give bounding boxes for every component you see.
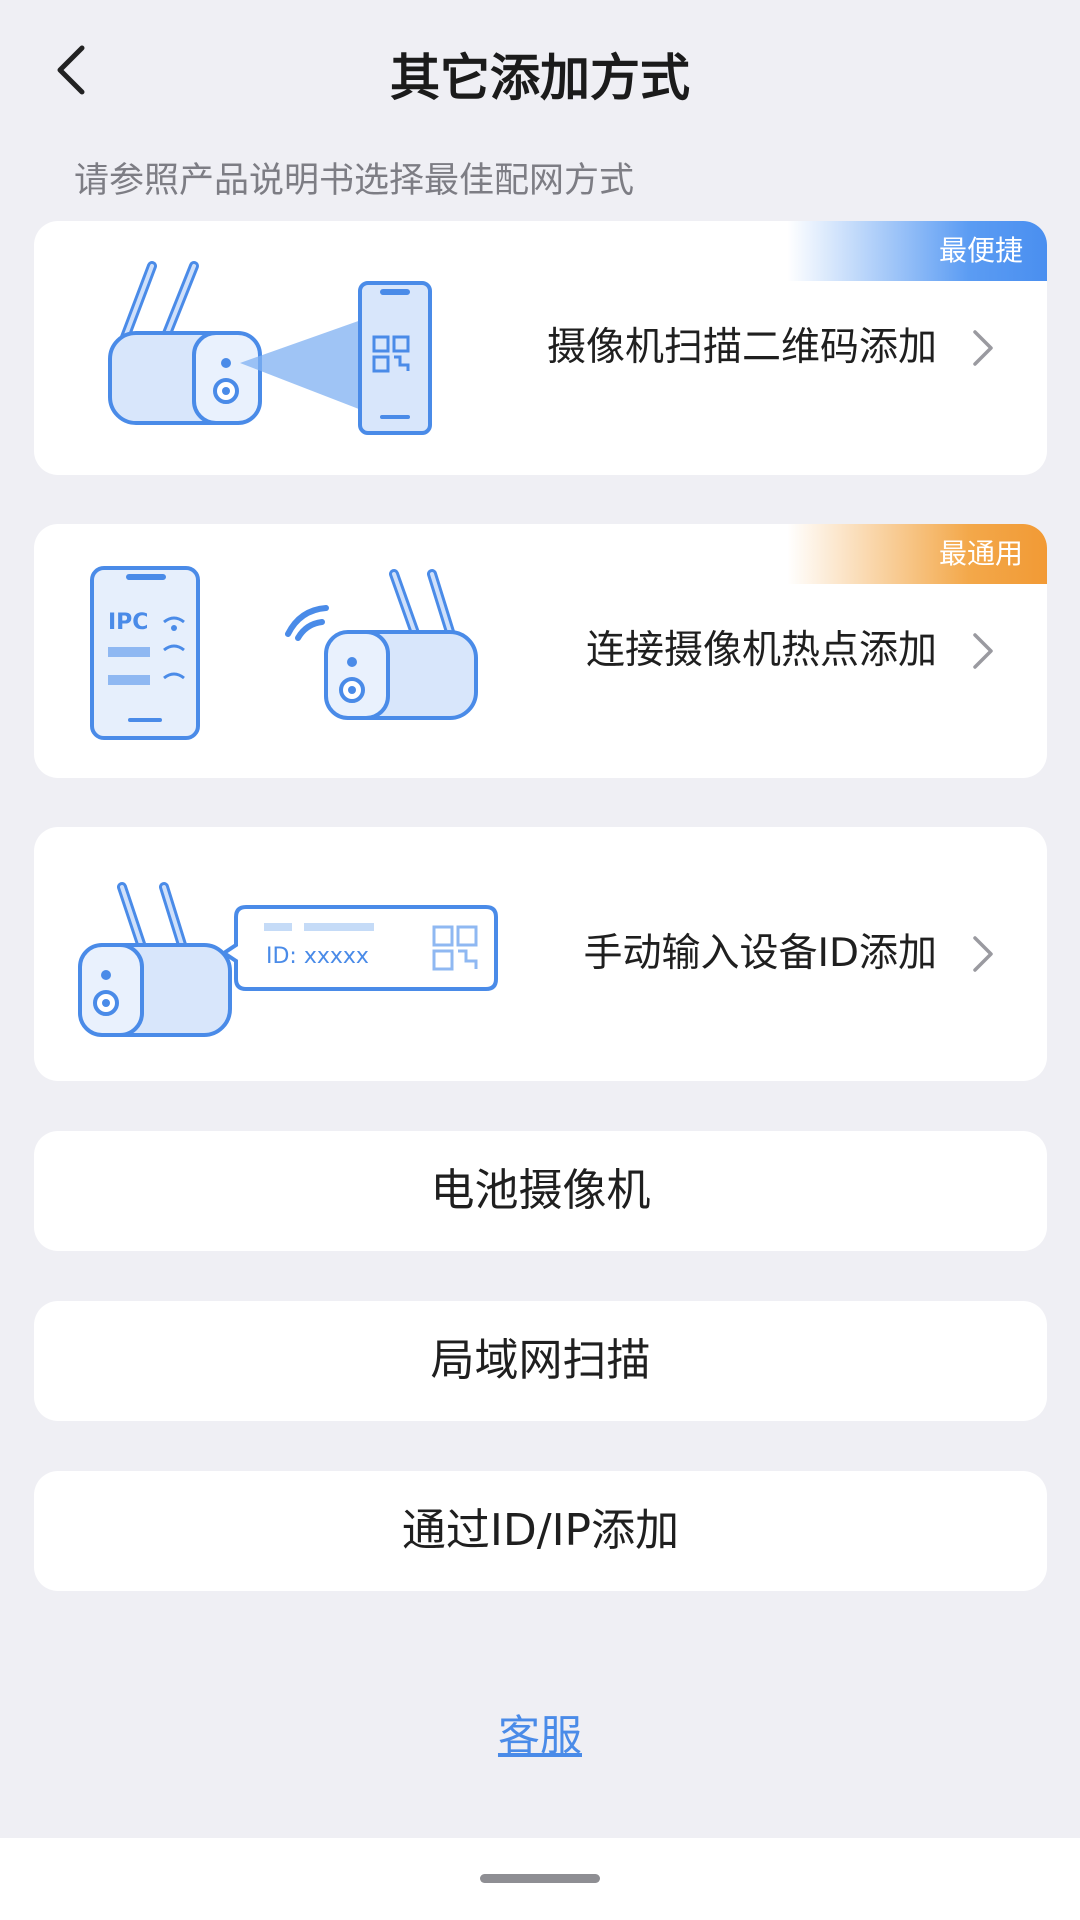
badge-label: 最通用 bbox=[938, 537, 1023, 570]
chevron-right-icon bbox=[973, 633, 993, 669]
option-label: 摄像机扫描二维码添加 bbox=[546, 325, 937, 370]
lan-scan-button[interactable]: 局域网扫描 bbox=[34, 1301, 1047, 1421]
option-card-manual-id[interactable]: ID: xxxxx 手动输入设备ID添加 bbox=[34, 827, 1047, 1081]
page-title: 其它添加方式 bbox=[390, 49, 690, 107]
home-indicator[interactable] bbox=[480, 1874, 600, 1883]
badge-label: 最便捷 bbox=[938, 234, 1023, 267]
header-bar: 其它添加方式 bbox=[0, 0, 1080, 150]
option-label: 连接摄像机热点添加 bbox=[585, 628, 937, 673]
ipc-label: IPC bbox=[108, 610, 148, 635]
page-subtitle: 请参照产品说明书选择最佳配网方式 bbox=[74, 161, 635, 201]
option-card-hotspot[interactable]: 最通用 IPC 连接摄像机热点添加 bbox=[34, 524, 1047, 778]
bottom-bar bbox=[0, 1838, 1080, 1920]
camera-scan-qr-illustration bbox=[108, 261, 432, 435]
chevron-right-icon bbox=[973, 330, 993, 366]
chevron-right-icon bbox=[973, 936, 993, 972]
option-card-qr-scan[interactable]: 最便捷 摄像机扫描二维码添加 bbox=[34, 221, 1047, 475]
option-label: 手动输入设备ID添加 bbox=[583, 931, 937, 976]
phone-wifi-camera-illustration: IPC bbox=[90, 566, 478, 740]
customer-service-link[interactable]: 客服 bbox=[0, 1702, 1080, 1763]
id-placeholder-text: ID: xxxxx bbox=[266, 944, 369, 969]
add-by-id-ip-button[interactable]: 通过ID/IP添加 bbox=[34, 1471, 1047, 1591]
battery-camera-button[interactable]: 电池摄像机 bbox=[34, 1131, 1047, 1251]
camera-id-bubble-illustration: ID: xxxxx bbox=[78, 882, 498, 1037]
